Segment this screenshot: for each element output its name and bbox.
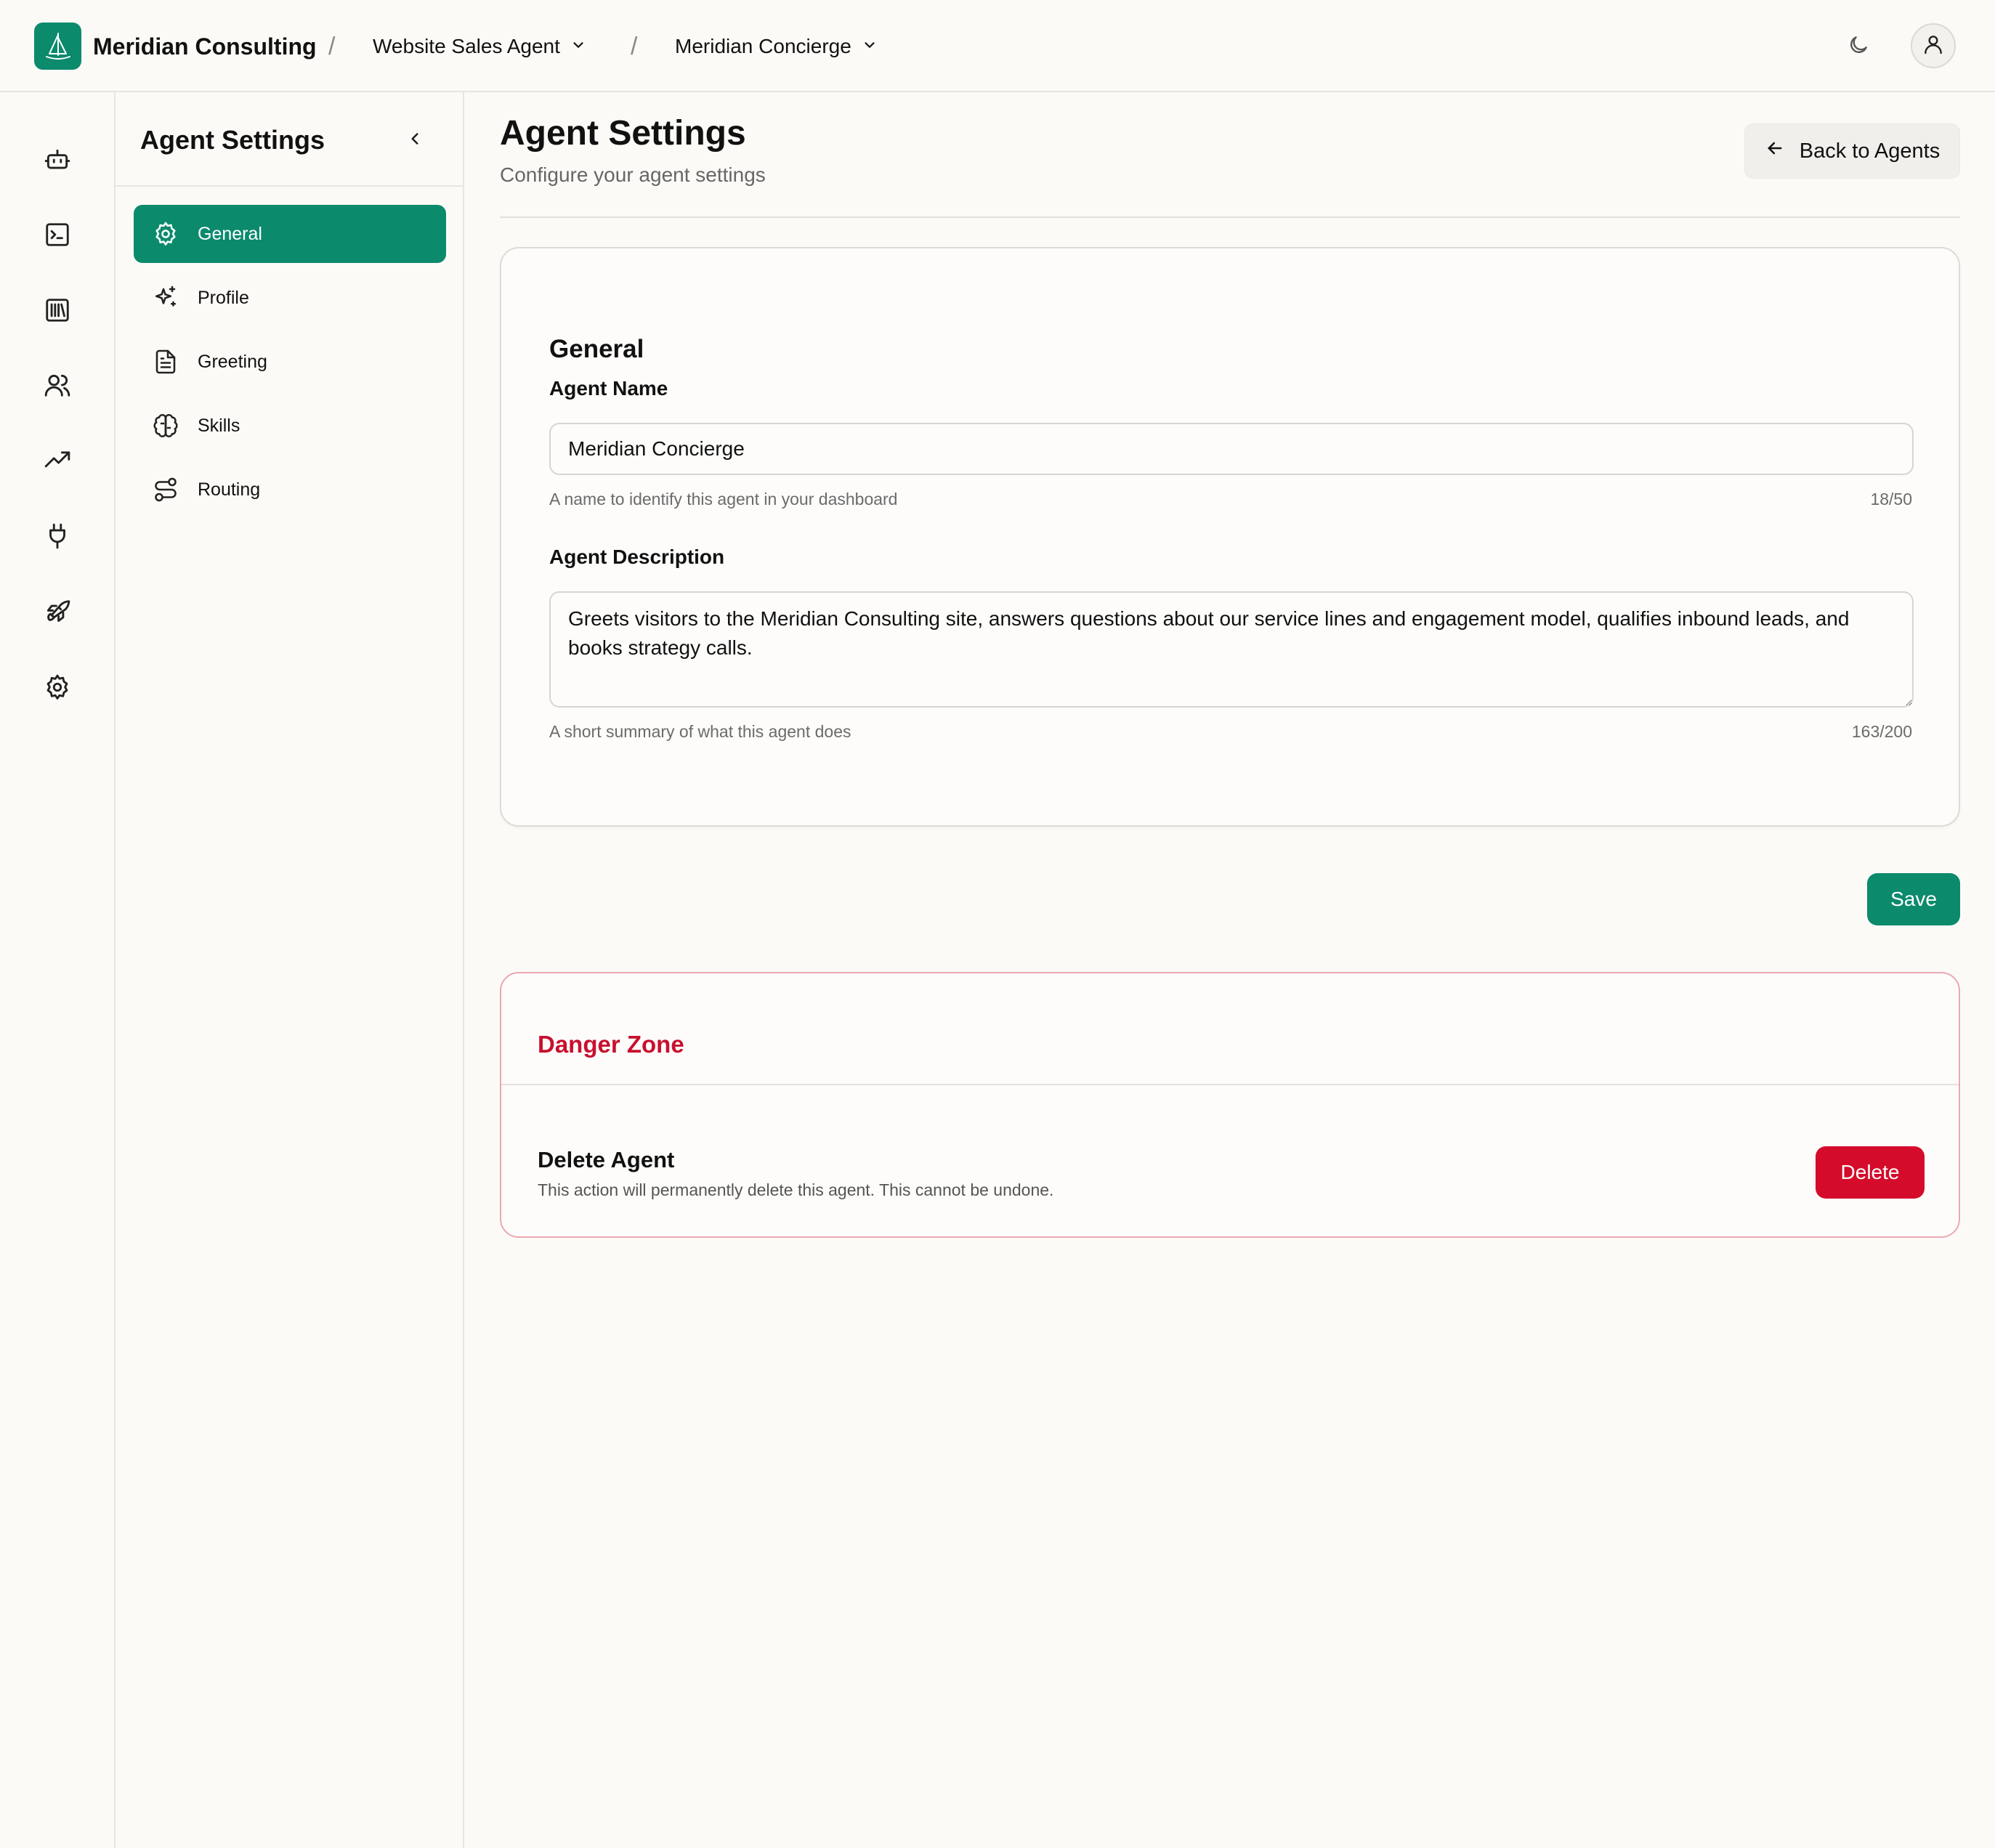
rail-item-library[interactable] bbox=[35, 289, 80, 334]
danger-zone-card: Danger Zone Delete Agent This action wil… bbox=[500, 972, 1960, 1238]
breadcrumb-separator: / bbox=[328, 33, 336, 60]
user-icon bbox=[1922, 33, 1945, 60]
brain-icon bbox=[151, 411, 180, 440]
chevron-left-icon bbox=[405, 129, 424, 152]
sidebar-item-label: Profile bbox=[198, 287, 249, 308]
agent-description-textarea[interactable]: Greets visitors to the Meridian Consulti… bbox=[549, 591, 1914, 708]
agent-name-input[interactable] bbox=[549, 423, 1914, 475]
sidebar-item-label: General bbox=[198, 223, 262, 244]
chevron-down-icon bbox=[862, 35, 878, 58]
sparkles-icon bbox=[151, 283, 180, 312]
org-name[interactable]: Meridian Consulting bbox=[93, 32, 317, 61]
page-title: Agent Settings bbox=[500, 114, 746, 153]
sidebar-item-label: Routing bbox=[198, 479, 261, 500]
breadcrumb-deployment-label: Meridian Concierge bbox=[675, 35, 851, 57]
account-avatar-button[interactable] bbox=[1911, 23, 1956, 68]
breadcrumb-deployment-selector[interactable]: Meridian Concierge bbox=[675, 31, 878, 62]
gear-icon bbox=[44, 673, 71, 705]
chevron-down-icon bbox=[570, 35, 586, 58]
sidebar-item-skills[interactable]: Skills bbox=[134, 397, 446, 455]
gear-icon bbox=[151, 219, 180, 248]
settings-sidebar: Agent Settings General Profile Greeting … bbox=[116, 92, 464, 1848]
brand-logo[interactable] bbox=[34, 23, 81, 70]
document-icon bbox=[151, 347, 180, 376]
plug-icon bbox=[44, 522, 71, 554]
general-section-title: General bbox=[549, 335, 644, 363]
agent-name-counter: 18/50 bbox=[1870, 490, 1912, 508]
rail-item-terminal[interactable] bbox=[35, 214, 80, 259]
delete-agent-description: This action will permanently delete this… bbox=[538, 1180, 1054, 1199]
sidebar-item-routing[interactable]: Routing bbox=[134, 461, 446, 519]
agent-description-help: A short summary of what this agent does bbox=[549, 722, 851, 741]
danger-zone-divider bbox=[501, 1084, 1959, 1085]
arrow-left-icon bbox=[1765, 138, 1785, 164]
rail-item-integrations[interactable] bbox=[35, 515, 80, 560]
rail-item-users[interactable] bbox=[35, 364, 80, 409]
agent-description-counter: 163/200 bbox=[1851, 722, 1912, 741]
bot-icon bbox=[44, 146, 71, 177]
users-icon bbox=[44, 371, 71, 402]
sidebar-title: Agent Settings bbox=[140, 125, 325, 155]
sidebar-item-label: Skills bbox=[198, 415, 240, 436]
collapse-sidebar-button[interactable] bbox=[400, 126, 429, 155]
icon-rail bbox=[0, 92, 116, 1848]
delete-agent-title: Delete Agent bbox=[538, 1147, 675, 1172]
breadcrumb-agent-label: Website Sales Agent bbox=[373, 35, 560, 57]
back-to-agents-label: Back to Agents bbox=[1799, 139, 1941, 163]
moon-icon bbox=[1847, 33, 1870, 60]
danger-zone-title: Danger Zone bbox=[538, 1031, 684, 1058]
sidebar-item-profile[interactable]: Profile bbox=[134, 269, 446, 327]
agent-name-label: Agent Name bbox=[549, 377, 668, 400]
rail-item-bot[interactable] bbox=[35, 139, 80, 184]
breadcrumb-separator: / bbox=[631, 33, 638, 60]
page-subtitle: Configure your agent settings bbox=[500, 163, 766, 186]
breadcrumb-agent-selector[interactable]: Website Sales Agent bbox=[373, 31, 586, 62]
delete-agent-button[interactable]: Delete bbox=[1816, 1146, 1925, 1199]
rail-item-analytics[interactable] bbox=[35, 439, 80, 485]
library-icon bbox=[44, 296, 71, 328]
agent-description-label: Agent Description bbox=[549, 546, 725, 568]
agent-name-help: A name to identify this agent in your da… bbox=[549, 490, 898, 508]
save-button[interactable]: Save bbox=[1867, 873, 1960, 925]
header-divider bbox=[500, 216, 1960, 218]
route-icon bbox=[151, 475, 180, 504]
sidebar-item-label: Greeting bbox=[198, 351, 267, 372]
rail-item-deploy[interactable] bbox=[35, 591, 80, 636]
trending-up-icon bbox=[44, 447, 71, 478]
sidebar-item-general[interactable]: General bbox=[134, 205, 446, 263]
sidebar-header: Agent Settings bbox=[116, 92, 463, 187]
theme-toggle-button[interactable] bbox=[1842, 31, 1874, 62]
terminal-icon bbox=[44, 221, 71, 252]
app-root: Meridian Consulting / Website Sales Agen… bbox=[0, 0, 1995, 1848]
top-bar: Meridian Consulting / Website Sales Agen… bbox=[0, 0, 1995, 92]
rail-item-settings[interactable] bbox=[35, 666, 80, 711]
back-to-agents-button[interactable]: Back to Agents bbox=[1744, 123, 1960, 179]
sidebar-item-greeting[interactable]: Greeting bbox=[134, 333, 446, 391]
rocket-icon bbox=[44, 598, 71, 629]
general-settings-card: General Agent Name A name to identify th… bbox=[500, 247, 1960, 827]
